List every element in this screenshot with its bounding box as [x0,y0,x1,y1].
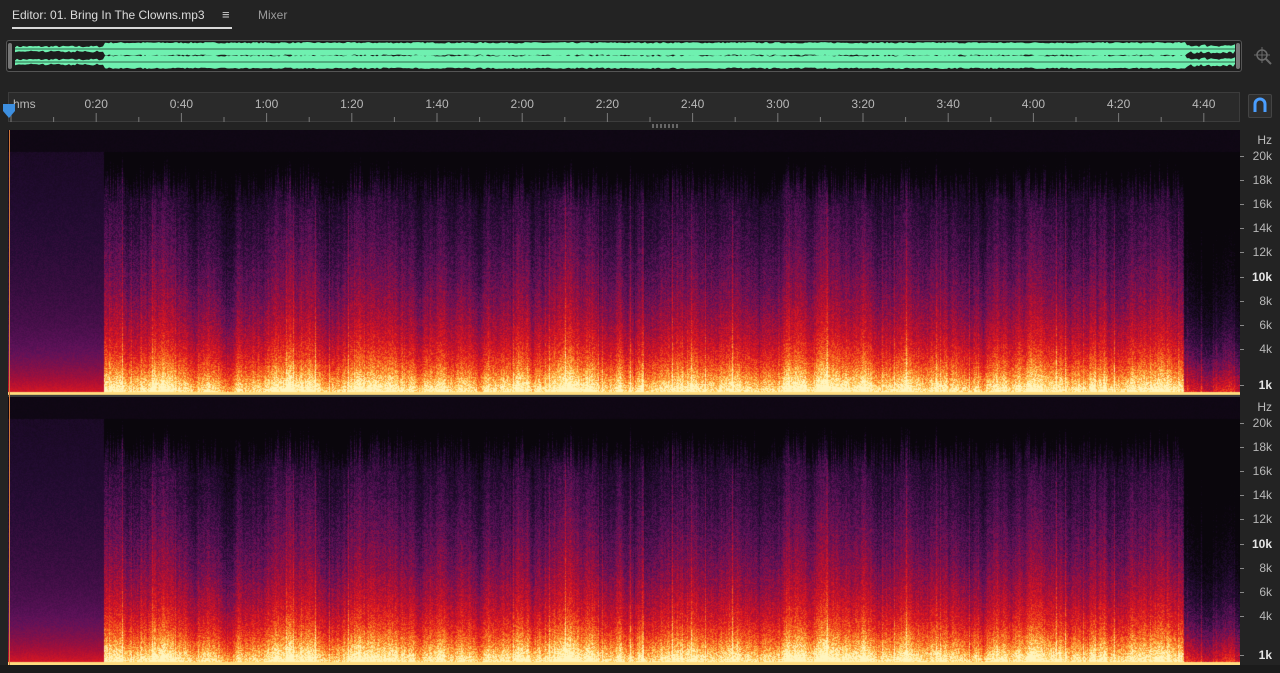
frequency-tick [1240,252,1244,254]
ruler-time-label: 4:40 [1192,97,1216,111]
frequency-label: 4k [1259,341,1272,356]
overview-right-handle[interactable] [1236,43,1240,69]
time-ruler-scale: hms 0:20 0:40 1:00 1:20 1:40 2:00 2:20 2:40 3:00… [10,97,1216,122]
spectrogram-canvas[interactable] [8,130,1240,665]
frequency-tick [1240,655,1244,656]
menu-icon[interactable]: ≡ [222,7,230,22]
frequency-label: 16k [1252,197,1272,212]
snap-toggle-button[interactable] [1248,94,1272,118]
frequency-tick [1240,348,1244,350]
tab-mixer[interactable]: Mixer [258,8,287,22]
ruler-time-label: 3:20 [851,97,875,111]
overview-waveform-navigator[interactable] [6,40,1242,72]
frequency-label: 10k [1251,536,1272,551]
frequency-label: 8k [1259,560,1272,575]
panel-tab-bar: Editor: 01. Bring In The Clowns.mp3 ≡ Mi… [0,0,1280,36]
ruler-time-label: 0:20 [85,97,109,111]
ruler-time-label: 4:20 [1107,97,1131,111]
frequency-tick [1240,567,1244,569]
frequency-label: 6k [1259,317,1272,332]
frequency-label: 10k [1251,269,1272,284]
frequency-label: 16k [1252,464,1272,479]
current-time-indicator [9,130,10,665]
frequency-tick [1240,228,1244,230]
ruler-time-label: 3:00 [766,97,790,111]
frequency-label: 4k [1259,608,1272,623]
frequency-tick [1240,615,1244,617]
ruler-time-label: 4:00 [1022,97,1046,111]
frequency-tick [1240,300,1244,302]
frequency-label: 14k [1252,221,1272,236]
frequency-tick [1240,447,1244,449]
frequency-tick [1240,495,1244,497]
frequency-label: 1k [1258,378,1272,392]
playhead-marker-icon[interactable] [3,104,15,118]
spectral-frequency-display[interactable] [8,130,1240,665]
frequency-tick [1240,423,1244,424]
frequency-label: 20k [1252,149,1272,163]
frequency-label: 6k [1259,584,1272,599]
channel-divider [8,395,1240,397]
overview-waveform [15,42,1235,69]
frequency-tick [1240,385,1244,386]
ruler-time-label: 2:20 [596,97,620,111]
ruler-time-label: 1:00 [255,97,279,111]
frequency-label: 12k [1252,245,1272,260]
active-tab-underline [12,27,232,29]
frequency-tick [1240,591,1244,593]
frequency-unit-label: Hz [1257,400,1272,414]
ruler-unit-label: hms [13,97,36,111]
frequency-label: 8k [1259,293,1272,308]
tab-editor-label: Editor: 01. Bring In The Clowns.mp3 [12,8,205,22]
overview-left-handle[interactable] [8,43,12,69]
tab-editor[interactable]: Editor: 01. Bring In The Clowns.mp3 [12,8,232,29]
frequency-unit-label: Hz [1257,133,1272,147]
ruler-time-label: 1:20 [340,97,364,111]
frequency-tick [1240,180,1244,182]
frequency-tick [1240,156,1244,157]
ruler-time-label: 3:40 [937,97,961,111]
frequency-tick [1240,324,1244,326]
bottom-scroll-strip [0,665,1280,673]
frequency-label: 1k [1258,648,1272,662]
frequency-label: 18k [1252,440,1272,455]
magnet-icon [1253,97,1267,112]
time-ruler[interactable]: hms 0:20 0:40 1:00 1:20 1:40 2:00 2:20 2:40 3:00… [8,92,1240,122]
zoom-icon[interactable] [1253,46,1273,66]
frequency-tick [1240,543,1244,545]
ruler-time-label: 1:40 [425,97,449,111]
frequency-tick [1240,204,1244,206]
frequency-tick [1240,276,1244,278]
frequency-axis: Hz 20k 18k 16k 14k 12k 10k 8k 6k 4k 1k Hz 20k 18k 16k 1… [1240,130,1280,665]
frequency-label: 12k [1252,512,1272,527]
frequency-label: 14k [1252,488,1272,503]
ruler-time-label: 2:00 [511,97,535,111]
vertical-split-grip[interactable] [652,124,680,128]
frequency-label: 20k [1252,416,1272,430]
ruler-time-label: 2:40 [681,97,705,111]
frequency-tick [1240,471,1244,473]
frequency-tick [1240,519,1244,521]
ruler-time-label: 0:40 [170,97,194,111]
frequency-label: 18k [1252,173,1272,188]
